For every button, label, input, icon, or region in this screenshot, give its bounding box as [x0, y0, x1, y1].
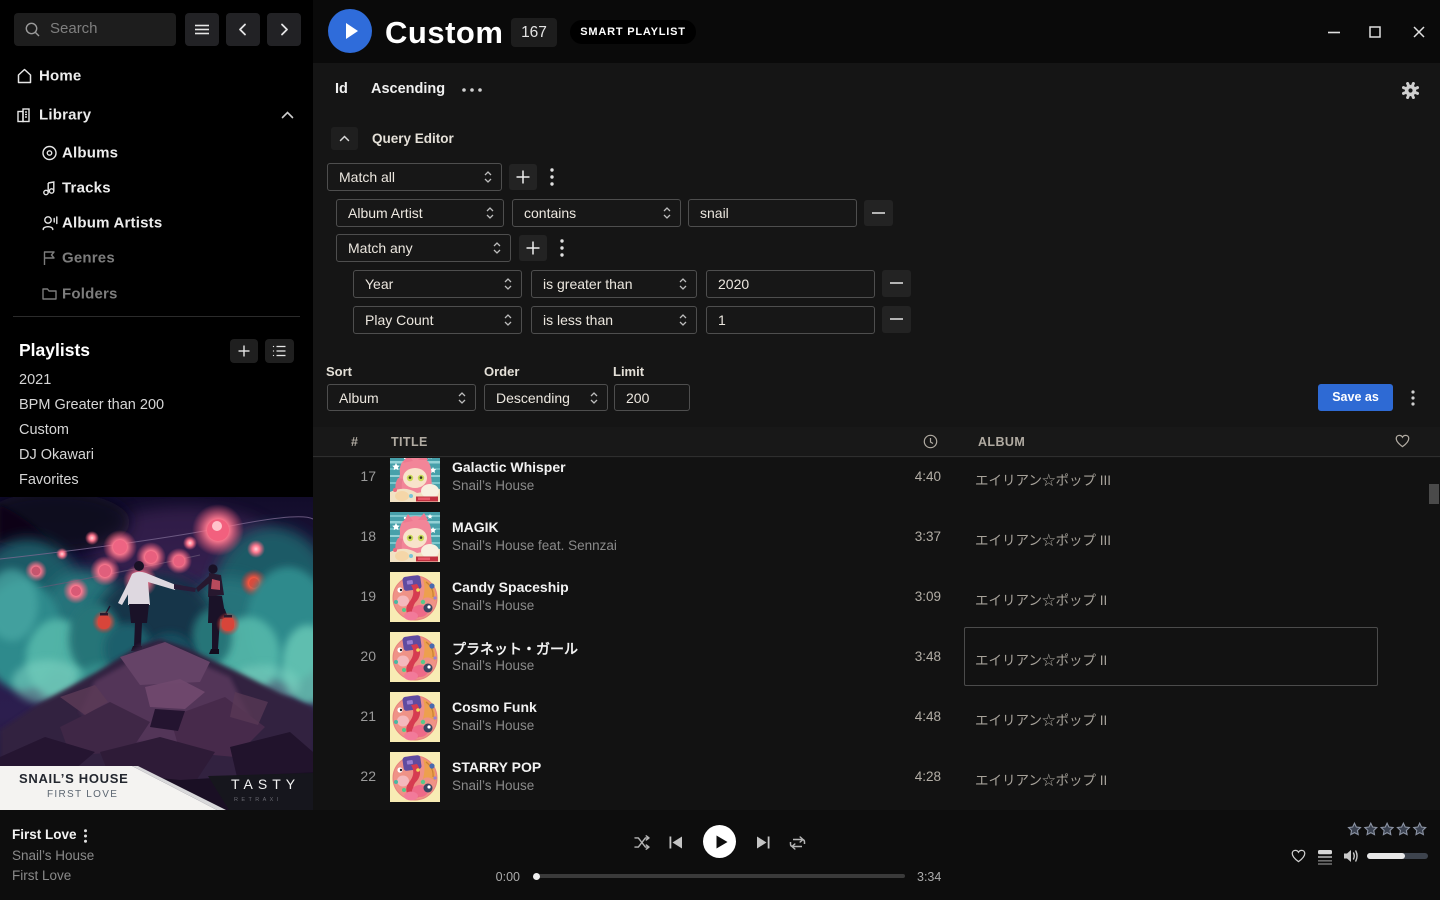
svg-text:RETRAXI: RETRAXI [234, 797, 282, 803]
svg-text:TASTY: TASTY [231, 776, 300, 792]
svg-text:FIRST LOVE: FIRST LOVE [47, 789, 118, 800]
svg-text:SNAIL’S HOUSE: SNAIL’S HOUSE [19, 771, 129, 786]
